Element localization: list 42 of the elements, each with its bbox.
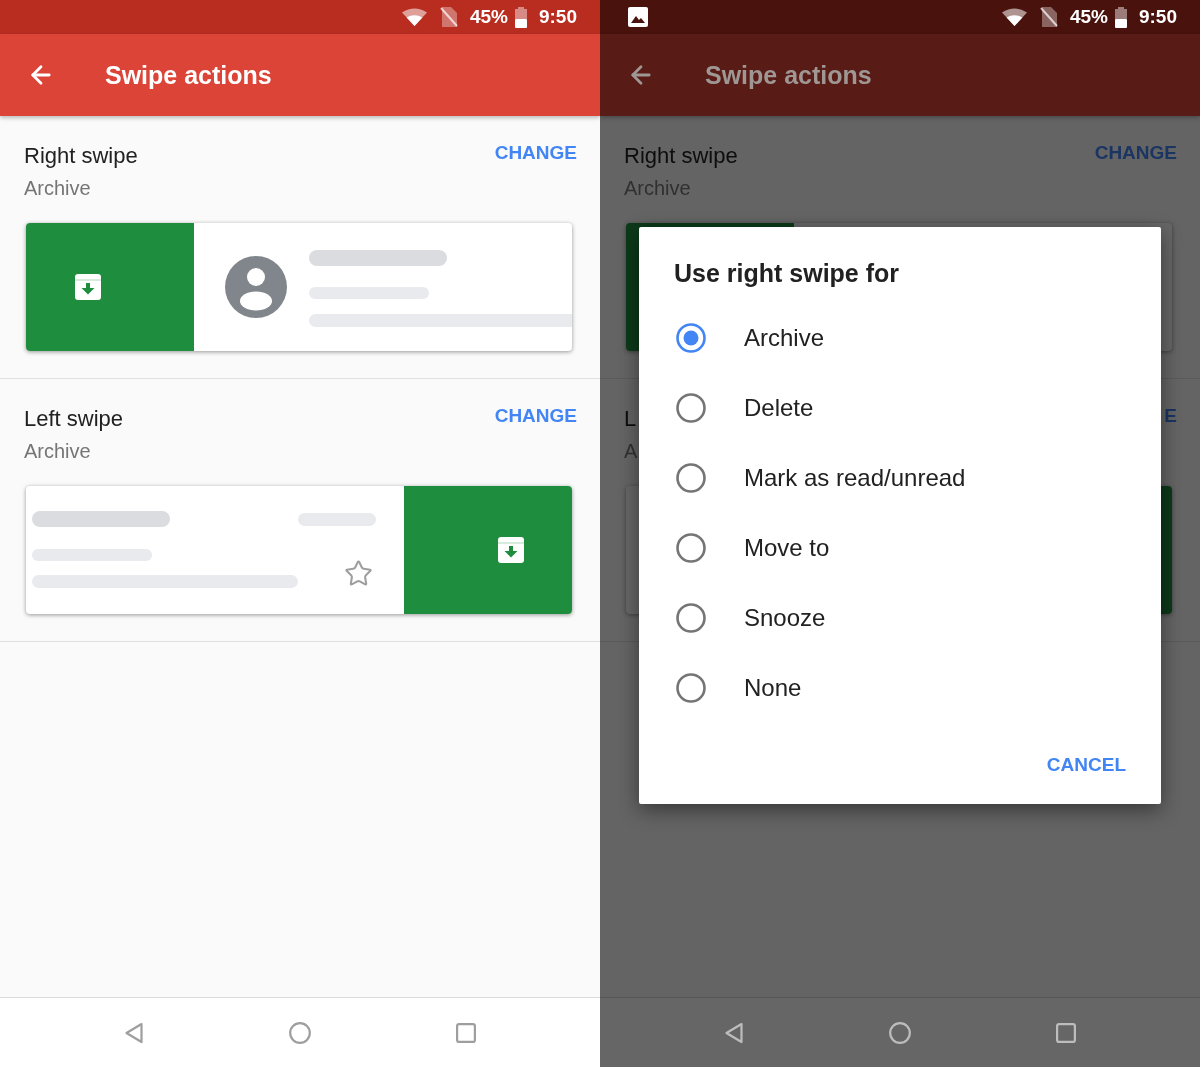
nav-back-icon[interactable] [124, 1021, 144, 1044]
setting-title: L [624, 407, 638, 431]
battery-icon [1114, 6, 1127, 28]
setting-title: Left swipe [24, 407, 124, 431]
radio-option[interactable]: Snooze [639, 583, 1161, 653]
setting-title: Right swipe [24, 144, 138, 168]
radio-button-icon[interactable] [676, 673, 706, 703]
archive-icon [74, 273, 102, 301]
setting-title: Right swipe [624, 144, 738, 168]
dialog-title: Use right swipe for [673, 258, 901, 288]
radio-option[interactable]: None [639, 653, 1161, 723]
radio-button-icon[interactable] [676, 533, 706, 563]
battery-icon [514, 6, 527, 28]
nav-home-icon[interactable] [289, 1021, 311, 1044]
avatar-icon [225, 256, 287, 318]
star-icon[interactable] [344, 559, 373, 588]
cancel-button[interactable]: CANCEL [1038, 747, 1134, 783]
radio-option[interactable]: Move to [639, 513, 1161, 583]
radio-button-icon[interactable] [676, 463, 706, 493]
radio-button-icon[interactable] [676, 393, 706, 423]
app-bar-title: Swipe actions [705, 60, 872, 90]
battery-percent: 45% [1069, 6, 1108, 28]
wifi-icon [1001, 8, 1027, 26]
radio-option[interactable]: Delete [639, 373, 1161, 443]
battery-percent: 45% [469, 6, 508, 28]
nav-recents-icon[interactable] [456, 1022, 476, 1043]
no-sim-icon [439, 7, 458, 27]
nav-home-icon[interactable] [889, 1021, 911, 1044]
archive-icon [497, 536, 525, 564]
radio-option[interactable]: Archive [639, 303, 1161, 373]
app-bar-title: Swipe actions [105, 60, 272, 90]
setting-value: Archive [24, 439, 92, 463]
clock-time: 9:50 [538, 6, 577, 28]
nav-recents-icon[interactable] [1056, 1022, 1076, 1043]
no-sim-icon [1039, 7, 1058, 27]
radio-button-icon[interactable] [676, 603, 706, 633]
radio-option[interactable]: Mark as read/unread [639, 443, 1161, 513]
setting-value: Archive [24, 176, 92, 200]
wifi-icon [401, 8, 427, 26]
radio-button-icon[interactable] [676, 323, 706, 353]
clock-time: 9:50 [1138, 6, 1177, 28]
nav-back-icon[interactable] [724, 1021, 744, 1044]
